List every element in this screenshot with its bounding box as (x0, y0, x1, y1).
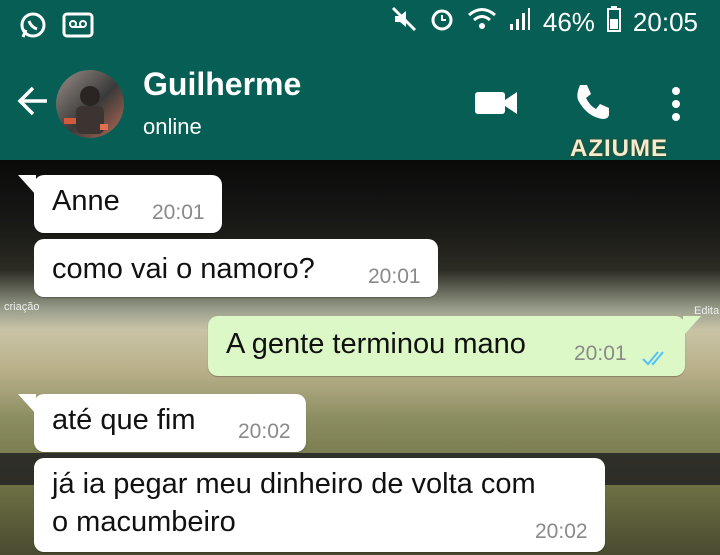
message-text: como vai o namoro? (52, 253, 315, 285)
status-bar: 46% 20:05 (0, 0, 720, 48)
contact-name[interactable]: Guilherme (143, 66, 301, 103)
message-text: Anne (52, 185, 120, 217)
message-time: 20:01 (574, 342, 627, 365)
wallpaper-text-left: criação (4, 301, 40, 313)
whatsapp-icon (18, 10, 48, 45)
message-time: 20:01 (152, 201, 205, 224)
message-incoming[interactable]: como vai o namoro? 20:01 (34, 239, 438, 297)
contact-status: online (143, 114, 202, 139)
message-time: 20:02 (238, 420, 291, 443)
watermark: AZIUME (570, 135, 668, 162)
clock: 20:05 (632, 7, 698, 37)
message-text: até que fim (52, 404, 196, 436)
message-time: 20:01 (368, 265, 421, 288)
phone-icon[interactable] (572, 82, 612, 127)
message-outgoing[interactable]: A gente terminou mano 20:01 (208, 316, 701, 376)
more-icon[interactable] (670, 86, 682, 127)
message-time: 20:02 (535, 520, 588, 543)
wifi-icon (467, 6, 497, 39)
message-text: A gente terminou mano (226, 328, 526, 360)
message-incoming[interactable]: até que fim 20:02 (18, 394, 306, 452)
double-check-icon (641, 342, 671, 375)
signal-icon (509, 6, 531, 39)
video-call-icon[interactable] (474, 88, 518, 123)
voicemail-icon (62, 11, 94, 44)
battery-icon (606, 6, 621, 39)
back-arrow-icon[interactable] (16, 84, 50, 123)
avatar[interactable] (56, 70, 124, 138)
mute-icon (391, 6, 417, 39)
message-text-line2: o macumbeiro (52, 506, 236, 538)
message-incoming[interactable]: já ia pegar meu dinheiro de volta com o … (34, 458, 605, 552)
message-incoming[interactable]: Anne 20:01 (18, 175, 222, 233)
message-text-line1: já ia pegar meu dinheiro de volta com (52, 468, 536, 500)
alarm-icon (429, 6, 455, 39)
battery-percent: 46% (542, 7, 595, 37)
